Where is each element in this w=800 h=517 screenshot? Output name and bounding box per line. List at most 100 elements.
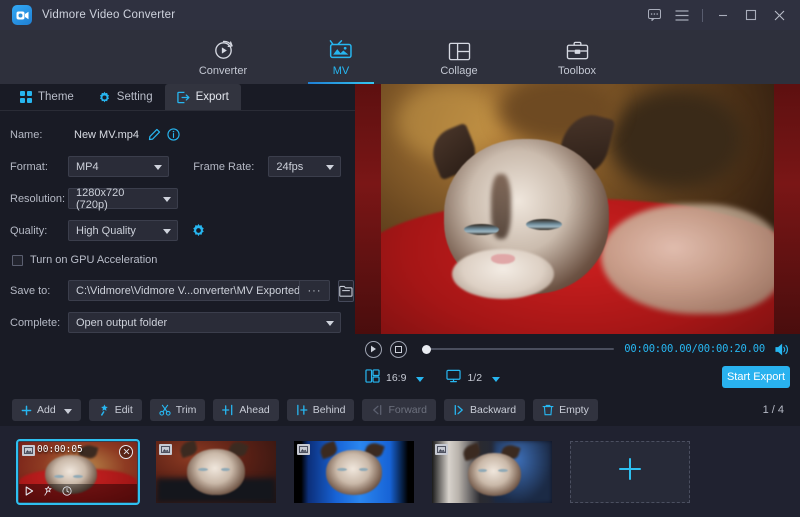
collage-icon — [448, 38, 471, 62]
clip-thumbnail-image — [156, 441, 276, 503]
move-backward-button[interactable]: Backward — [444, 399, 525, 421]
magic-wand-icon — [98, 404, 110, 416]
plus-icon — [616, 455, 644, 488]
name-row: Name: New MV.mp4 — [10, 121, 341, 148]
mv-icon — [329, 38, 353, 62]
subtab-export[interactable]: Export — [165, 84, 241, 110]
main-navigation: Converter MV — [0, 30, 800, 84]
nav-tab-toolbox-label: Toolbox — [558, 65, 596, 77]
subtab-theme[interactable]: Theme — [8, 84, 86, 110]
format-label: Format: — [10, 161, 68, 173]
edit-button-label: Edit — [115, 404, 133, 416]
title-bar: Vidmore Video Converter — [0, 0, 800, 30]
converter-icon — [212, 38, 235, 62]
name-value: New MV.mp4 — [74, 129, 139, 141]
info-icon[interactable] — [167, 128, 180, 141]
player-options-row: 16:9 1/2 Start Export — [355, 364, 800, 392]
insert-ahead-button[interactable]: Ahead — [213, 399, 278, 421]
move-backward-icon — [453, 404, 465, 416]
add-button[interactable]: Add — [12, 399, 81, 421]
gear-icon — [98, 91, 111, 104]
browse-button[interactable]: ··· — [299, 281, 329, 300]
close-icon[interactable] — [766, 2, 792, 28]
save-to-label: Save to: — [10, 285, 68, 297]
complete-value: Open output folder — [76, 317, 167, 329]
video-preview[interactable] — [355, 84, 800, 334]
folder-icon[interactable] — [338, 280, 354, 302]
screen-value: 1/2 — [467, 372, 482, 384]
insert-behind-button-label: Behind — [313, 404, 346, 416]
aspect-ratio-value: 16:9 — [386, 372, 406, 384]
name-label: Name: — [10, 129, 68, 141]
preview-scene — [381, 84, 774, 334]
play-icon[interactable] — [365, 341, 382, 358]
menu-icon[interactable] — [669, 2, 695, 28]
save-to-field[interactable]: C:\Vidmore\Vidmore V...onverter\MV Expor… — [68, 280, 330, 301]
player-controls: 00:00:00.00/00:00:20.00 16:9 — [355, 334, 800, 394]
toolbox-icon — [566, 38, 589, 62]
grid-icon — [20, 91, 32, 103]
chevron-down-icon[interactable] — [416, 377, 424, 382]
minimize-icon[interactable] — [710, 2, 736, 28]
format-value: MP4 — [76, 161, 99, 173]
nav-tab-converter[interactable]: Converter — [184, 30, 262, 84]
insert-behind-button[interactable]: Behind — [287, 399, 355, 421]
quality-settings-gear-icon[interactable] — [191, 223, 206, 238]
move-forward-button[interactable]: Forward — [362, 399, 436, 421]
add-button-label: Add — [37, 404, 56, 416]
maximize-icon[interactable] — [738, 2, 764, 28]
image-icon — [435, 444, 448, 455]
clip-thumbnail-2[interactable] — [156, 441, 276, 503]
clip-tools — [19, 484, 137, 502]
resolution-select[interactable]: 1280x720 (720p) — [68, 188, 178, 209]
pencil-icon[interactable] — [148, 128, 161, 141]
magic-wand-icon[interactable] — [43, 486, 53, 499]
empty-button[interactable]: Empty — [533, 399, 598, 421]
clip-thumbnail-3[interactable] — [294, 441, 414, 503]
frame-rate-value: 24fps — [276, 161, 303, 173]
chevron-down-icon[interactable] — [492, 377, 500, 382]
save-to-row: Save to: C:\Vidmore\Vidmore V...onverter… — [10, 277, 341, 304]
plus-icon — [21, 405, 32, 416]
volume-icon[interactable] — [775, 343, 790, 356]
feedback-icon[interactable] — [641, 2, 667, 28]
stop-icon[interactable] — [390, 341, 407, 358]
resolution-label: Resolution: — [10, 193, 68, 205]
nav-tab-mv[interactable]: MV — [302, 30, 380, 84]
play-icon[interactable] — [25, 486, 34, 499]
complete-row: Complete: Open output folder — [10, 309, 341, 336]
screen-icon — [446, 369, 461, 388]
save-to-value: C:\Vidmore\Vidmore V...onverter\MV Expor… — [69, 285, 299, 297]
quality-select[interactable]: High Quality — [68, 220, 178, 241]
frame-rate-select[interactable]: 24fps — [268, 156, 341, 177]
clip-duration: 00:00:05 — [37, 444, 83, 455]
format-row: Format: MP4 Frame Rate: 24fps — [10, 153, 341, 180]
screen-layout-group[interactable]: 1/2 — [446, 369, 500, 388]
start-export-button-player[interactable]: Start Export — [722, 366, 790, 388]
trim-button[interactable]: Trim — [150, 399, 206, 421]
add-clip-tile[interactable] — [570, 441, 690, 503]
close-icon[interactable] — [119, 445, 133, 459]
subtab-setting[interactable]: Setting — [86, 84, 165, 110]
chevron-down-icon[interactable] — [64, 409, 72, 414]
complete-select[interactable]: Open output folder — [68, 312, 341, 333]
clock-icon[interactable] — [62, 486, 72, 499]
cat-nose — [491, 254, 515, 264]
gpu-acceleration-checkbox[interactable] — [12, 255, 23, 266]
complete-label: Complete: — [10, 317, 68, 329]
app-window: Vidmore Video Converter — [0, 0, 800, 517]
nav-tab-toolbox[interactable]: Toolbox — [538, 30, 616, 84]
nav-tab-collage-label: Collage — [440, 65, 477, 77]
seek-bar[interactable] — [419, 342, 614, 356]
format-select[interactable]: MP4 — [68, 156, 169, 177]
image-icon — [22, 445, 35, 456]
insert-ahead-icon — [222, 404, 234, 416]
clip-thumbnail-1[interactable]: 00:00:05 — [18, 441, 138, 503]
clip-thumbnail-4[interactable] — [432, 441, 552, 503]
nav-tab-collage[interactable]: Collage — [420, 30, 498, 84]
edit-button[interactable]: Edit — [89, 399, 142, 421]
seek-handle[interactable] — [422, 345, 431, 354]
gpu-acceleration-checkbox-row[interactable]: Turn on GPU Acceleration — [12, 249, 341, 271]
aspect-ratio-group[interactable]: 16:9 — [365, 369, 424, 388]
chevron-down-icon — [326, 321, 334, 326]
